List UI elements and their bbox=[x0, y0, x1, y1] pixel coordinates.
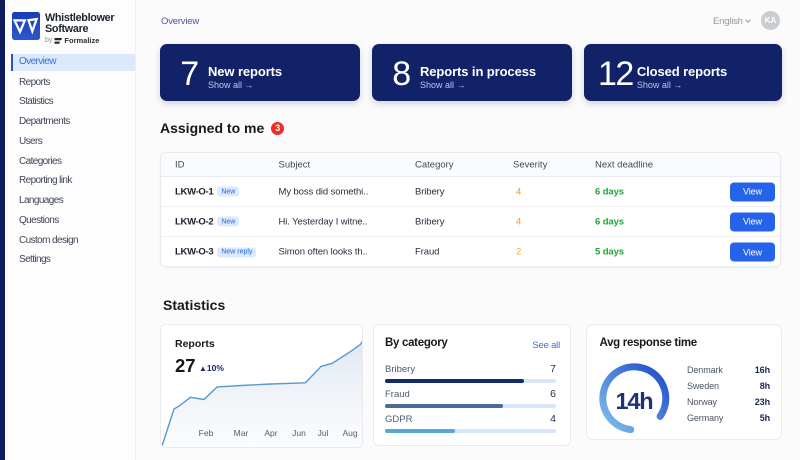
svg-text:Apr: Apr bbox=[264, 428, 277, 438]
svg-text:Jul: Jul bbox=[318, 428, 329, 438]
svg-text:Mar: Mar bbox=[234, 428, 249, 438]
svg-text:Aug: Aug bbox=[342, 428, 357, 438]
svg-text:Feb: Feb bbox=[199, 428, 214, 438]
svg-text:Jun: Jun bbox=[292, 428, 306, 438]
